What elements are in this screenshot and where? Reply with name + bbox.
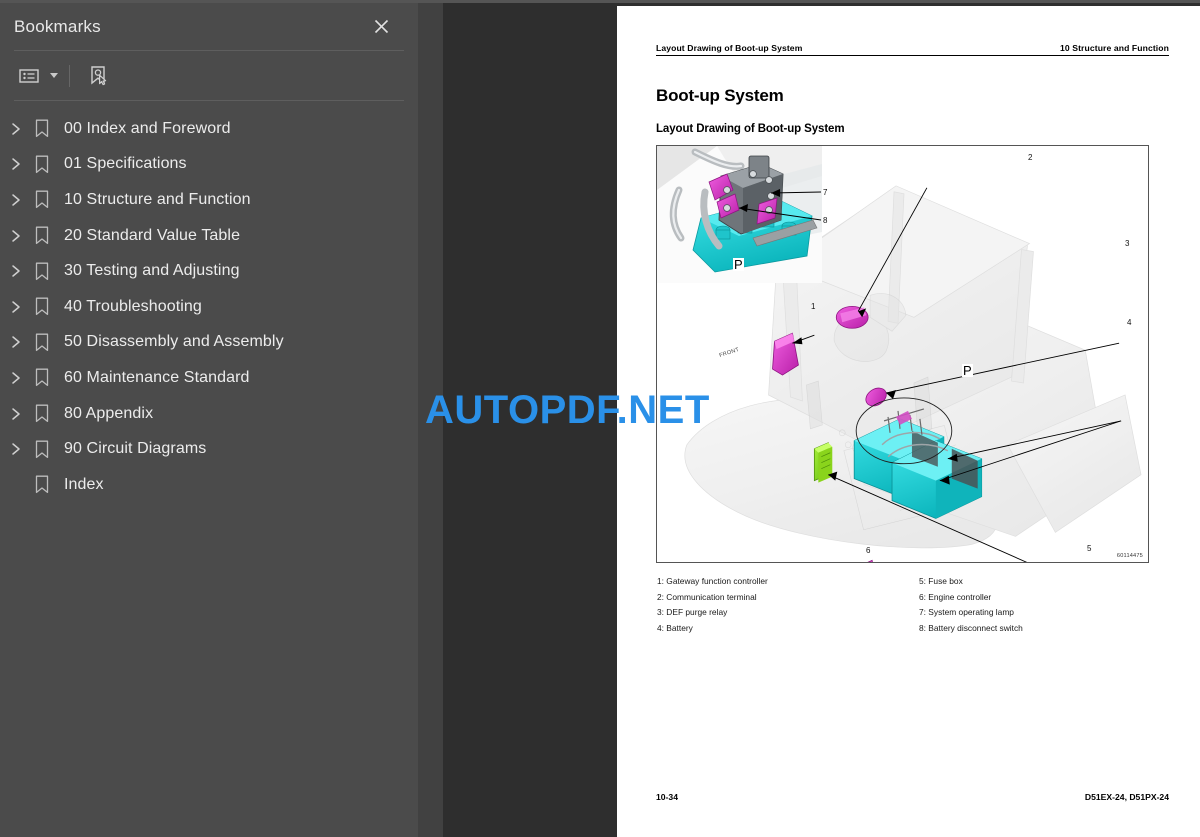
bookmarks-panel-header: Bookmarks <box>0 3 418 50</box>
chevron-right-icon[interactable] <box>4 330 28 354</box>
bookmark-item[interactable]: 00 Index and Foreword <box>0 111 418 147</box>
figure-id-code: 60114475 <box>1116 553 1143 559</box>
pdf-page: Layout Drawing of Boot-up System 10 Stru… <box>617 6 1200 837</box>
chevron-right-icon[interactable] <box>4 366 28 390</box>
callout-6: 6 <box>866 546 871 555</box>
bookmark-icon <box>28 473 56 497</box>
bookmark-icon <box>28 295 56 319</box>
bookmark-label: 50 Disassembly and Assembly <box>64 333 284 351</box>
legend-item: 5: Fuse box <box>919 576 963 586</box>
bookmark-label: 80 Appendix <box>64 404 154 422</box>
chevron-right-icon[interactable] <box>4 402 28 426</box>
list-options-icon[interactable] <box>12 60 46 92</box>
bookmark-label: 10 Structure and Function <box>64 190 251 208</box>
chevron-down-icon[interactable] <box>50 73 58 78</box>
bookmark-icon <box>28 366 56 390</box>
legend-item: 6: Engine controller <box>919 591 992 602</box>
callout-5: 5 <box>1087 544 1092 553</box>
port-mark-p-inset: P <box>733 257 744 272</box>
running-head: Layout Drawing of Boot-up System 10 Stru… <box>656 43 1169 56</box>
bookmark-tree[interactable]: 00 Index and Foreword 01 Specifications 10… <box>0 103 418 837</box>
chevron-right-icon[interactable] <box>4 259 28 283</box>
bookmark-item[interactable]: 01 Specifications <box>0 147 418 183</box>
running-head-left: Layout Drawing of Boot-up System <box>656 43 803 53</box>
bookmark-label: 00 Index and Foreword <box>64 119 231 137</box>
bookmark-item[interactable]: 10 Structure and Function <box>0 182 418 218</box>
port-mark-p-main: P <box>962 363 973 378</box>
callout-7: 7 <box>823 188 828 197</box>
callout-3: 3 <box>1125 239 1130 248</box>
bookmark-icon <box>28 224 56 248</box>
bookmark-label: 01 Specifications <box>64 155 187 173</box>
bookmark-icon <box>28 152 56 176</box>
callout-2: 2 <box>1028 153 1033 162</box>
bookmark-label: 40 Troubleshooting <box>64 297 202 315</box>
bookmark-icon <box>28 402 56 426</box>
page-number: 10-34 <box>656 792 678 802</box>
page-footer: 10-34 D51EX-24, D51PX-24 <box>656 792 1169 802</box>
chevron-right-icon[interactable] <box>4 224 28 248</box>
bookmarks-toolbar <box>0 51 418 100</box>
bookmark-label: 30 Testing and Adjusting <box>64 262 240 280</box>
bookmark-label: 20 Standard Value Table <box>64 226 241 244</box>
bookmarks-panel: Bookmarks 00 Index and Foreword 01 Speci… <box>0 0 418 837</box>
part-5-fuse-box <box>813 442 833 483</box>
bookmark-item[interactable]: 40 Troubleshooting <box>0 289 418 325</box>
bookmark-icon <box>28 330 56 354</box>
figure-legend: 1: Gateway function controller 5: Fuse bo… <box>657 574 1150 636</box>
chevron-right-icon[interactable] <box>4 152 28 176</box>
page-subtitle: Layout Drawing of Boot-up System <box>656 123 845 135</box>
figure-layout-drawing: P FRONT P 1 2 3 4 5 6 7 8 60114475 <box>656 145 1149 563</box>
bookmark-icon <box>28 259 56 283</box>
callout-1: 1 <box>811 302 816 311</box>
legend-item: 8: Battery disconnect switch <box>919 622 1023 633</box>
bookmark-item[interactable]: 60 Maintenance Standard <box>0 360 418 396</box>
twisty-spacer <box>4 473 28 497</box>
document-viewer[interactable]: Layout Drawing of Boot-up System 10 Stru… <box>443 0 1200 837</box>
chevron-right-icon[interactable] <box>4 188 28 212</box>
running-head-right: 10 Structure and Function <box>1060 43 1169 53</box>
bookmark-item[interactable]: Index <box>0 467 418 503</box>
callout-8: 8 <box>823 216 828 225</box>
panel-splitter[interactable] <box>418 0 443 837</box>
bookmark-label: 60 Maintenance Standard <box>64 368 250 386</box>
bookmark-label: Index <box>64 475 104 493</box>
bookmark-item[interactable]: 20 Standard Value Table <box>0 218 418 254</box>
legend-item: 2: Communication terminal <box>657 591 757 602</box>
new-bookmark-icon[interactable] <box>81 60 115 92</box>
bookmark-item[interactable]: 90 Circuit Diagrams <box>0 431 418 467</box>
bookmark-icon <box>28 188 56 212</box>
legend-item: 7: System operating lamp <box>919 607 1014 618</box>
bookmark-icon <box>28 117 56 141</box>
model-code: D51EX-24, D51PX-24 <box>1084 792 1169 802</box>
bookmark-item[interactable]: 30 Testing and Adjusting <box>0 253 418 289</box>
bookmark-item[interactable]: 80 Appendix <box>0 396 418 432</box>
legend-item: 3: DEF purge relay <box>657 607 728 618</box>
figure-inset-battery-switch: P <box>657 146 822 283</box>
pdf-viewer-window: Bookmarks 00 Index and Foreword 01 Speci… <box>0 0 1200 837</box>
chevron-right-icon[interactable] <box>4 295 28 319</box>
toolbar-divider <box>14 100 404 101</box>
bookmark-label: 90 Circuit Diagrams <box>64 440 207 458</box>
toolbar-separator <box>69 64 70 87</box>
bookmark-item[interactable]: 50 Disassembly and Assembly <box>0 325 418 361</box>
callout-4: 4 <box>1127 318 1132 327</box>
chevron-right-icon[interactable] <box>4 437 28 461</box>
chevron-right-icon[interactable] <box>4 117 28 141</box>
page-title: Boot-up System <box>656 86 784 105</box>
part-6-engine-controller <box>867 559 873 562</box>
legend-item: 4: Battery <box>657 622 693 633</box>
bookmark-icon <box>28 437 56 461</box>
panel-title: Bookmarks <box>14 16 101 36</box>
close-icon[interactable] <box>368 14 394 40</box>
legend-item: 1: Gateway function controller <box>657 576 768 586</box>
